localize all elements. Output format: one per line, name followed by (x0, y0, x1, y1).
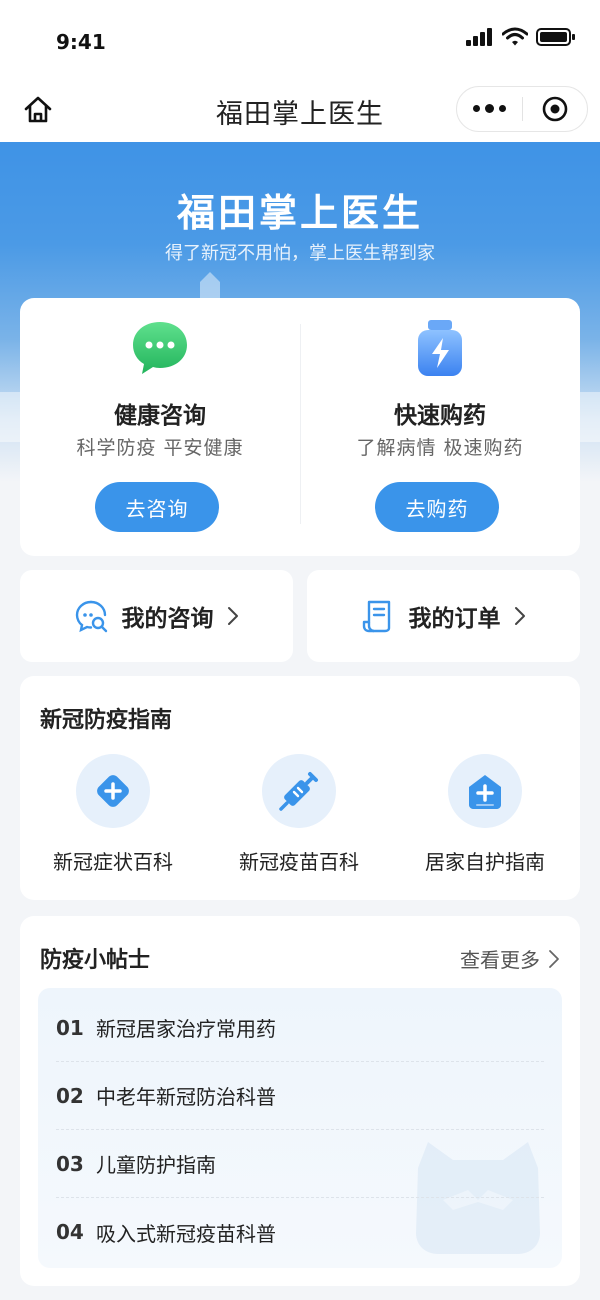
medical-kit-icon (97, 775, 129, 807)
chevron-right-icon (227, 607, 238, 625)
hero-title: 福田掌上医生 (176, 191, 423, 235)
tips-title: 防疫小帖士 (40, 948, 151, 973)
miniapp-capsule (456, 86, 588, 132)
order-list-icon (362, 600, 390, 633)
status-time: 9:41 (56, 30, 106, 54)
tip-item[interactable]: 01 新冠居家治疗常用药 (56, 994, 544, 1062)
quick-link-label: 我的订单 (408, 606, 501, 632)
more-dots-icon (472, 104, 506, 113)
guide-item-label: 居家自护指南 (425, 850, 545, 874)
consult-chat-icon (75, 600, 107, 633)
tip-number: 01 (56, 1015, 84, 1040)
guide-icon-circle (262, 754, 336, 828)
view-more-link[interactable]: 查看更多 (460, 944, 560, 973)
guide-title: 新冠防疫指南 (40, 708, 173, 733)
syringe-icon (279, 772, 318, 811)
signal-icon (466, 28, 492, 46)
wifi-icon (502, 27, 528, 46)
more-button[interactable] (457, 87, 522, 131)
status-icons (466, 26, 576, 48)
tip-number: 02 (56, 1083, 84, 1108)
service-desc: 了解病情 极速购药 (356, 437, 524, 459)
service-title: 快速购药 (394, 403, 486, 429)
go-consult-button[interactable]: 去咨询 (95, 482, 219, 532)
go-buy-medicine-button[interactable]: 去购药 (375, 482, 499, 532)
nav-bar: 福田掌上医生 (0, 80, 600, 142)
medicine-bottle-icon (418, 320, 462, 376)
chevron-right-icon (514, 607, 525, 625)
tip-number: 04 (56, 1220, 84, 1244)
tip-text: 新冠居家治疗常用药 (96, 1017, 276, 1041)
chevron-right-icon (549, 949, 559, 968)
service-desc: 科学防疫 平安健康 (76, 437, 244, 459)
home-care-icon (469, 775, 501, 809)
service-card: 健康咨询 科学防疫 平安健康 去咨询 快速购药 了解病情 极速购药 去购药 (20, 298, 580, 556)
guide-item-label: 新冠疫苗百科 (239, 850, 359, 874)
tip-item[interactable]: 04 吸入式新冠疫苗科普 (56, 1198, 544, 1266)
close-miniapp-button[interactable] (523, 87, 588, 131)
quick-link-label: 我的咨询 (121, 606, 214, 632)
covid-guide-card: 新冠防疫指南 新冠症状百科 新冠疫苗百科 居家自护指南 (20, 676, 580, 900)
guide-item-label: 新冠症状百科 (53, 850, 173, 874)
tip-number: 03 (56, 1151, 84, 1176)
guide-item-vaccine[interactable]: 新冠疫苗百科 (206, 754, 392, 884)
guide-item-home-care[interactable]: 居家自护指南 (392, 754, 578, 884)
tip-text: 儿童防护指南 (96, 1153, 216, 1177)
target-close-icon (542, 96, 568, 122)
view-more-label: 查看更多 (460, 948, 540, 972)
health-consult-section: 健康咨询 科学防疫 平安健康 去咨询 (20, 298, 300, 556)
guide-item-symptoms[interactable]: 新冠症状百科 (20, 754, 206, 884)
tip-item[interactable]: 02 中老年新冠防治科普 (56, 1062, 544, 1130)
service-title: 健康咨询 (114, 403, 206, 429)
my-orders-link[interactable]: 我的订单 (307, 570, 580, 662)
chat-bubble-icon (133, 322, 187, 374)
tip-item[interactable]: 03 儿童防护指南 (56, 1130, 544, 1198)
hero-subtitle: 得了新冠不用怕，掌上医生帮到家 (165, 243, 435, 264)
status-bar: 9:41 (0, 0, 600, 80)
guide-icon-circle (76, 754, 150, 828)
my-consult-link[interactable]: 我的咨询 (20, 570, 293, 662)
fast-medicine-section: 快速购药 了解病情 极速购药 去购药 (300, 298, 580, 556)
tip-text: 中老年新冠防治科普 (96, 1085, 276, 1109)
guide-icon-circle (448, 754, 522, 828)
battery-icon (536, 28, 575, 46)
tips-list: 01 新冠居家治疗常用药 02 中老年新冠防治科普 03 儿童防护指南 04 吸… (38, 988, 562, 1268)
tip-text: 吸入式新冠疫苗科普 (96, 1221, 276, 1246)
tips-card: 防疫小帖士 查看更多 01 新冠居家治疗常用药 02 中老年新冠防治科普 03 … (20, 916, 580, 1286)
